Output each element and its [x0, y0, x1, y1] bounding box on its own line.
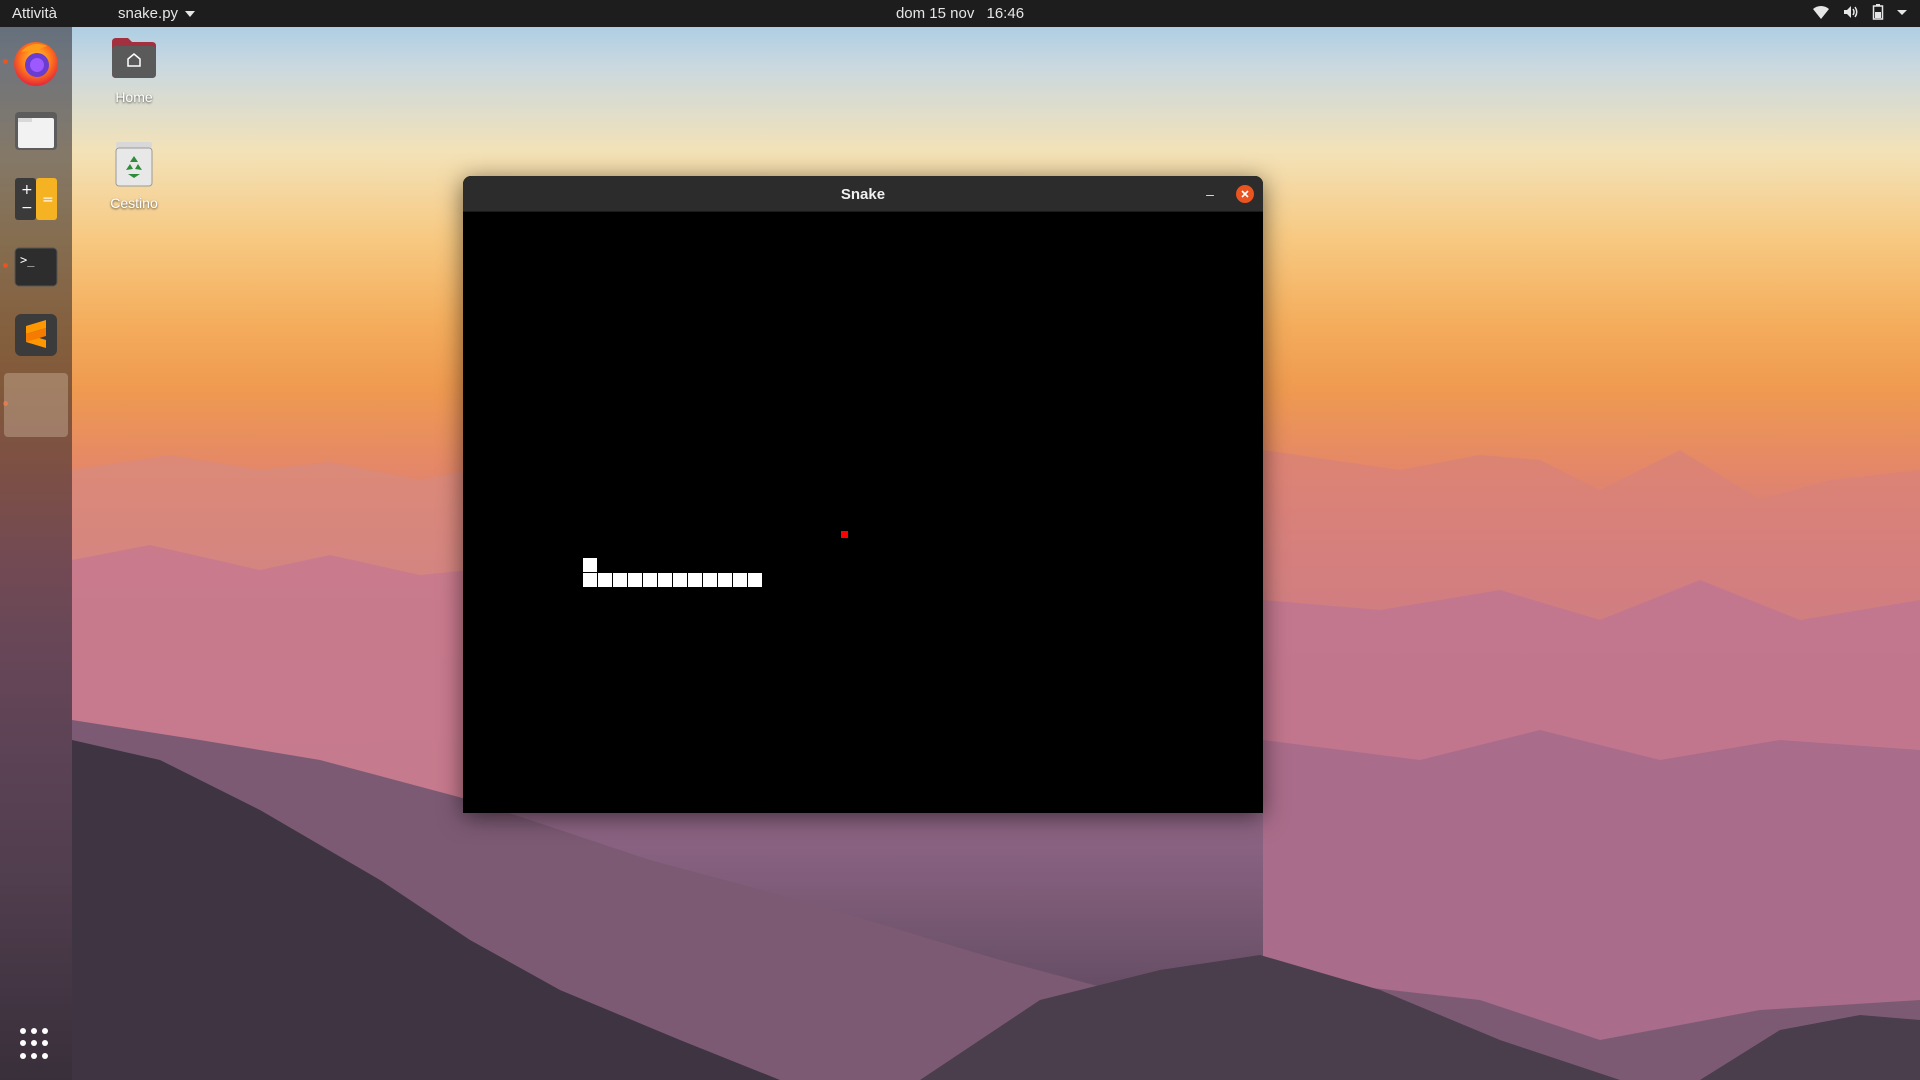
snake-segment: [748, 573, 762, 587]
svg-text:−: −: [21, 200, 33, 216]
system-menu-caret-icon: [1897, 10, 1907, 15]
top-bar: Attività snake.py dom 15 nov 16:46: [0, 0, 1920, 27]
close-button[interactable]: [1236, 185, 1254, 203]
calculator-icon: + − =: [15, 178, 57, 220]
snake-segment: [673, 573, 687, 587]
volume-icon: [1844, 6, 1858, 18]
minimize-button[interactable]: –: [1201, 185, 1219, 203]
wifi-icon: [1813, 5, 1829, 19]
snake-segment: [598, 573, 612, 587]
dock-item-terminal[interactable]: >_: [8, 239, 64, 295]
snake-segment: [718, 573, 732, 587]
dock-item-calculator[interactable]: + − =: [8, 171, 64, 227]
dock-item-files[interactable]: [8, 103, 64, 159]
snake-segment: [688, 573, 702, 587]
window-titlebar[interactable]: Snake –: [463, 176, 1263, 212]
dock-item-firefox[interactable]: [8, 35, 64, 91]
dock: + − = >_: [0, 27, 72, 1080]
desktop-icon-label: Home: [115, 89, 153, 105]
snake-segment: [643, 573, 657, 587]
clock[interactable]: dom 15 nov 16:46: [0, 5, 1920, 22]
window-title: Snake: [840, 186, 886, 203]
snake-segment: [628, 573, 642, 587]
system-tray[interactable]: [1812, 4, 1908, 20]
sublime-text-icon: [15, 314, 57, 356]
close-icon: [1241, 190, 1249, 198]
snake-segment: [733, 573, 747, 587]
terminal-icon: >_: [14, 247, 58, 287]
show-applications-icon[interactable]: [20, 1028, 52, 1060]
snake-segment: [583, 573, 597, 587]
firefox-icon: [14, 42, 58, 86]
clock-date: dom 15 nov: [895, 5, 975, 22]
trash-icon: [115, 142, 153, 187]
svg-text:+: +: [21, 182, 33, 198]
clock-time: 16:46: [986, 5, 1025, 22]
svg-text:>_: >_: [20, 253, 35, 267]
snake-segment: [613, 573, 627, 587]
desktop-icon-trash[interactable]: Cestino: [89, 140, 179, 211]
snake-segment: [703, 573, 717, 587]
dock-item-sublime-text[interactable]: [8, 307, 64, 363]
food-pellet: [841, 531, 848, 538]
game-canvas[interactable]: [463, 213, 1263, 813]
snake-segment: [658, 573, 672, 587]
desktop-icon-home[interactable]: Home: [89, 34, 179, 105]
home-folder-icon: [112, 38, 156, 78]
files-icon: [15, 112, 57, 150]
battery-icon: [1872, 4, 1884, 20]
dock-item-snake[interactable]: [4, 373, 68, 437]
svg-text:=: =: [42, 192, 54, 208]
snake-window: Snake –: [463, 176, 1263, 813]
snake-head: [583, 558, 597, 572]
desktop-icon-label: Cestino: [110, 195, 158, 211]
